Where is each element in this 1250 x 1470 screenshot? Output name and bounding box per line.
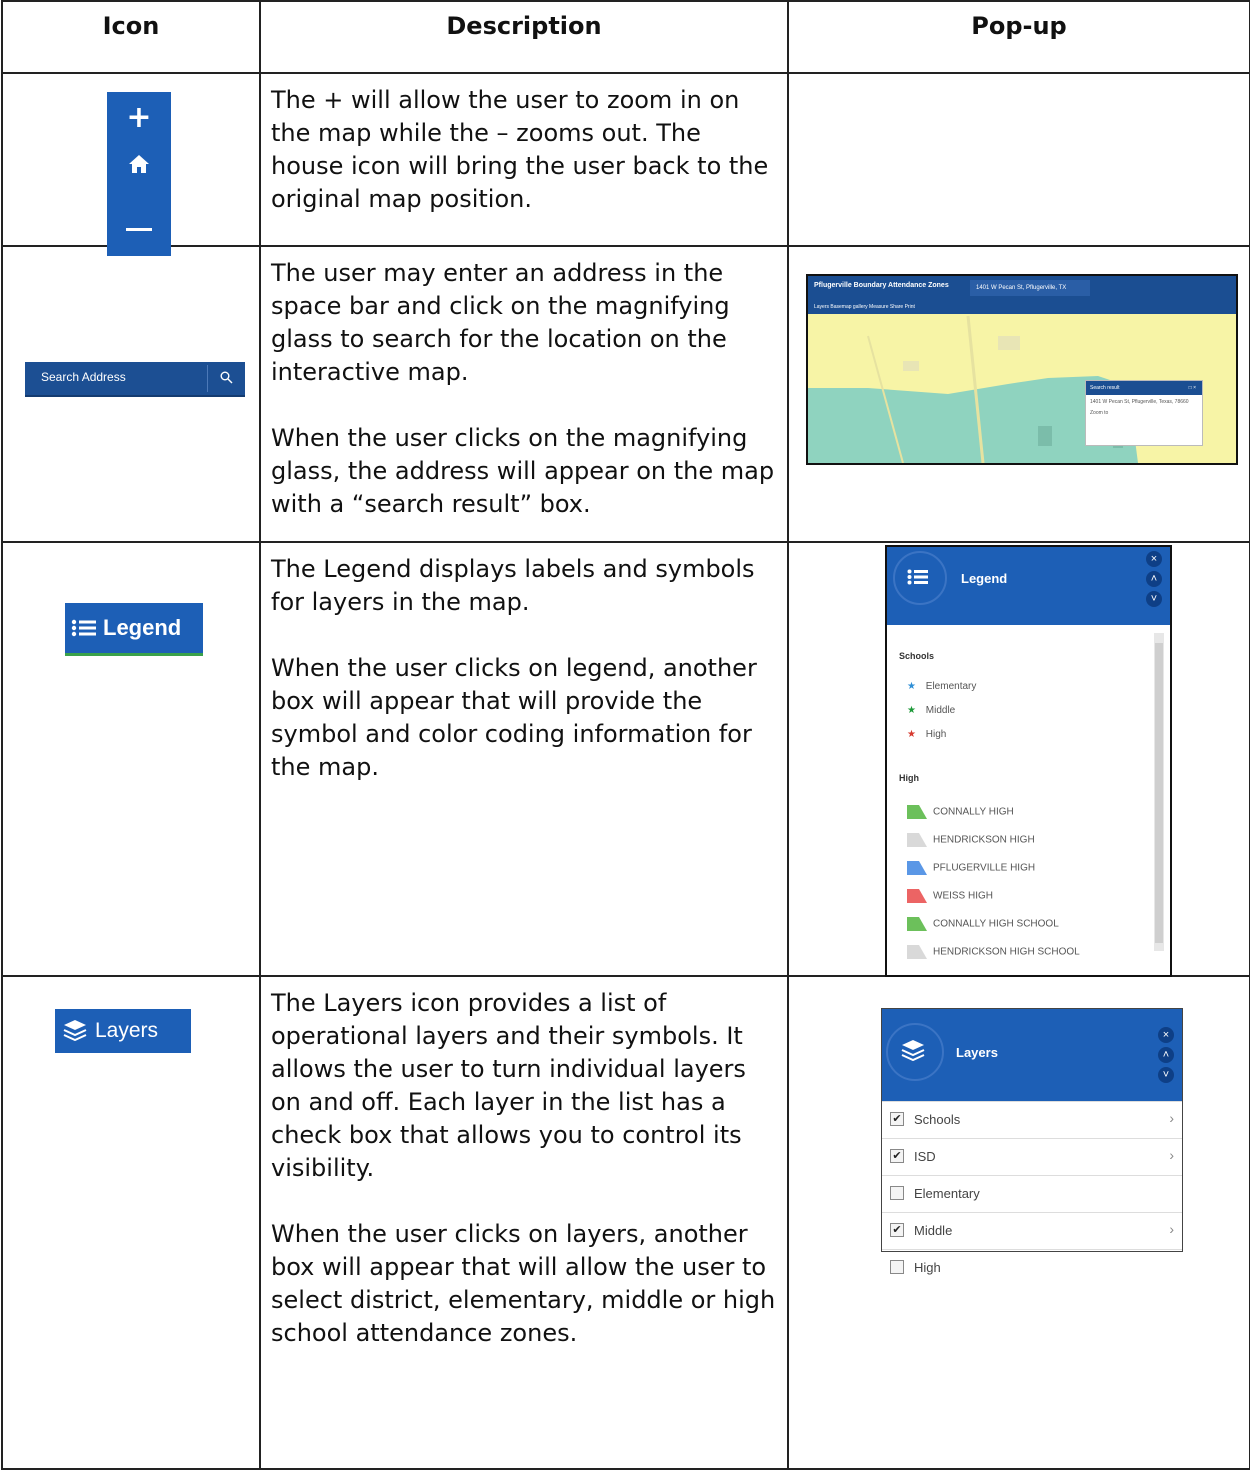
layers-panel-header: Layers × ˄ ˅ xyxy=(882,1009,1182,1101)
search-result-controls[interactable]: □ × xyxy=(1189,381,1196,395)
legend-scroll-thumb[interactable] xyxy=(1155,643,1163,943)
legend-item: HENDRICKSON HIGH SCHOOL xyxy=(907,945,1080,959)
layers-icon xyxy=(901,1040,925,1061)
legend-button[interactable]: Legend xyxy=(65,603,203,656)
layer-checkbox[interactable] xyxy=(890,1186,904,1200)
layers-button-label: Layers xyxy=(95,1019,159,1042)
layers-icon xyxy=(63,1020,87,1041)
header-icon: Icon xyxy=(1,0,261,74)
star-icon: ★ xyxy=(907,681,916,692)
legend-popup-cell: Legend × ˄ ˅ Schools ★ Elementary ★ Midd… xyxy=(787,541,1250,977)
close-icon[interactable]: × xyxy=(1146,551,1162,567)
layer-checkbox[interactable]: ✔ xyxy=(890,1223,904,1237)
search-result-title: Search result xyxy=(1090,385,1120,391)
home-icon[interactable] xyxy=(128,154,150,174)
zoom-control: + xyxy=(107,92,171,256)
row-legend: Legend The Legend displays labels and sy… xyxy=(1,541,1250,977)
zoom-out-icon[interactable] xyxy=(126,228,152,231)
map-app-header: Pflugerville Boundary Attendance Zones 1… xyxy=(808,276,1236,300)
legend-item: CONNALLY HIGH xyxy=(907,805,1014,819)
legend-section-schools: Schools xyxy=(899,651,935,661)
layers-popup-cell: Layers × ˄ ˅ ✔ Schools › ✔ ISD › Elementary ✔ Mi… xyxy=(787,975,1250,1470)
layers-icon-cell: Layers xyxy=(1,975,261,1470)
zoom-to-link[interactable]: Zoom to xyxy=(1086,410,1202,416)
layers-description: The Layers icon provides a list of opera… xyxy=(259,975,789,1470)
layer-name: Schools xyxy=(914,1112,961,1127)
layers-panel-title: Layers xyxy=(956,1045,998,1060)
search-result-address: 1401 W Pecan St, Pflugerville, Texas, 78… xyxy=(1090,399,1189,405)
zoom-icon-cell: + xyxy=(1,72,261,256)
legend-item: ★ Middle xyxy=(907,705,956,716)
legend-item: CONNALLY HIGH SCHOOL xyxy=(907,917,1059,931)
layer-name: Elementary xyxy=(914,1186,980,1201)
chevron-right-icon[interactable]: › xyxy=(1169,1110,1174,1126)
map-address-field[interactable]: 1401 W Pecan St, Pflugerville, TX xyxy=(970,280,1090,296)
zoom-description: The + will allow the user to zoom in on … xyxy=(259,72,789,247)
layer-name: Middle xyxy=(914,1223,953,1238)
chevron-right-icon[interactable]: › xyxy=(1169,1221,1174,1237)
map-toolbar: Layers Basemap gallery Measure Share Pri… xyxy=(808,300,1236,314)
chevron-down-icon[interactable]: ˅ xyxy=(1158,1067,1174,1083)
header-description: Description xyxy=(259,0,789,74)
layer-row-high[interactable]: High xyxy=(882,1249,1182,1286)
layer-row-isd[interactable]: ✔ ISD › xyxy=(882,1138,1182,1175)
layer-checkbox[interactable]: ✔ xyxy=(890,1149,904,1163)
legend-panel-header: Legend × ˄ ˅ xyxy=(887,547,1170,625)
layer-name: High xyxy=(914,1260,941,1275)
legend-item: ★ Elementary xyxy=(907,681,977,692)
legend-icon-cell: Legend xyxy=(1,541,261,977)
legend-section-high: High xyxy=(899,773,919,783)
chevron-up-icon[interactable]: ˄ xyxy=(1146,571,1162,587)
legend-button-label: Legend xyxy=(103,615,182,640)
magnifier-icon[interactable] xyxy=(220,371,233,384)
zoom-popup-cell xyxy=(787,72,1250,247)
layer-row-middle[interactable]: ✔ Middle › xyxy=(882,1212,1182,1249)
search-popup-cell: Pflugerville Boundary Attendance Zones 1… xyxy=(787,245,1250,543)
chevron-down-icon[interactable]: ˅ xyxy=(1146,591,1162,607)
legend-item: PFLUGERVILLE HIGH xyxy=(907,861,1035,875)
chevron-up-icon[interactable]: ˄ xyxy=(1158,1047,1174,1063)
zoom-in-icon[interactable]: + xyxy=(107,100,171,135)
list-icon xyxy=(71,619,96,637)
chevron-right-icon[interactable]: › xyxy=(1169,1147,1174,1163)
search-result-box: Search result □ × 1401 W Pecan St, Pfluge… xyxy=(1085,380,1203,446)
legend-panel: Legend × ˄ ˅ Schools ★ Elementary ★ Midd… xyxy=(885,545,1172,977)
row-search: Search Address The user may enter an add… xyxy=(1,245,1250,543)
layers-panel: Layers × ˄ ˅ ✔ Schools › ✔ ISD › Elementary ✔ Mi… xyxy=(881,1008,1183,1275)
search-description: The user may enter an address in the spa… xyxy=(259,245,789,543)
map-screenshot: Pflugerville Boundary Attendance Zones 1… xyxy=(806,274,1238,465)
layer-checkbox[interactable] xyxy=(890,1260,904,1274)
layer-checkbox[interactable]: ✔ xyxy=(890,1112,904,1126)
layer-row-schools[interactable]: ✔ Schools › xyxy=(882,1101,1182,1138)
layer-name: ISD xyxy=(914,1149,936,1164)
legend-item: HENDRICKSON HIGH xyxy=(907,833,1035,847)
map-app-title: Pflugerville Boundary Attendance Zones xyxy=(814,282,949,289)
layer-row-elementary[interactable]: Elementary xyxy=(882,1175,1182,1212)
star-icon: ★ xyxy=(907,705,916,716)
icon-guide-table: Icon Description Pop-up + The + will all… xyxy=(1,0,1250,1470)
header-popup: Pop-up xyxy=(787,0,1250,74)
list-icon xyxy=(907,569,928,585)
legend-item: ★ High xyxy=(907,729,947,740)
header-row: Icon Description Pop-up xyxy=(1,0,1250,74)
search-address-bar[interactable]: Search Address xyxy=(25,362,245,397)
search-icon-cell: Search Address xyxy=(1,245,261,543)
layers-button[interactable]: Layers xyxy=(55,1009,191,1053)
close-icon[interactable]: × xyxy=(1158,1027,1174,1043)
legend-panel-title: Legend xyxy=(961,571,1008,586)
legend-item: WEISS HIGH xyxy=(907,889,993,903)
row-layers: Layers The Layers icon provides a list o… xyxy=(1,975,1250,1470)
search-placeholder: Search Address xyxy=(41,370,126,384)
star-icon: ★ xyxy=(907,729,916,740)
row-zoom: + The + will allow the user to zoom in o… xyxy=(1,72,1250,256)
legend-description: The Legend displays labels and symbols f… xyxy=(259,541,789,977)
